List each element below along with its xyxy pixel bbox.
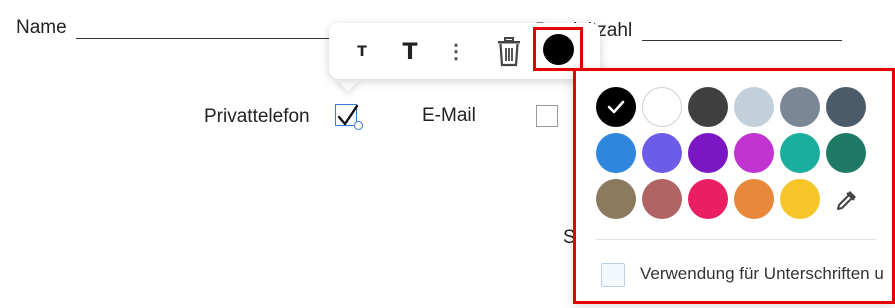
color-swatch[interactable] xyxy=(826,133,866,173)
small-text-button[interactable]: T xyxy=(347,37,377,67)
resize-handle[interactable] xyxy=(354,121,363,130)
eyedropper-icon xyxy=(837,191,856,210)
color-picker-popup: Verwendung für Unterschriften u xyxy=(573,68,895,304)
more-options-button[interactable]: ⋮ xyxy=(443,37,469,67)
color-picker-button[interactable] xyxy=(533,27,583,71)
email-label: E-Mail xyxy=(422,105,476,126)
delete-button[interactable] xyxy=(492,35,526,69)
name-label: Name xyxy=(16,17,67,38)
current-color-indicator xyxy=(542,33,574,65)
color-swatch[interactable] xyxy=(596,179,636,219)
signature-use-label: Verwendung für Unterschriften u xyxy=(640,264,884,283)
color-swatch[interactable] xyxy=(826,87,866,127)
color-swatch[interactable] xyxy=(642,179,682,219)
color-swatch[interactable] xyxy=(688,133,728,173)
color-swatch[interactable] xyxy=(688,87,728,127)
color-swatch[interactable] xyxy=(780,133,820,173)
color-swatch[interactable] xyxy=(780,87,820,127)
color-swatch[interactable] xyxy=(642,87,682,127)
privatetelefon-label: Privattelefon xyxy=(204,106,310,127)
popup-divider xyxy=(596,239,876,240)
email-checkbox[interactable] xyxy=(536,105,558,127)
color-swatch[interactable] xyxy=(734,87,774,127)
trash-icon xyxy=(498,37,520,67)
color-swatch[interactable] xyxy=(642,133,682,173)
color-swatch[interactable] xyxy=(734,179,774,219)
signature-use-checkbox[interactable] xyxy=(601,263,625,287)
color-swatch[interactable] xyxy=(780,179,820,219)
postcode-field-line[interactable] xyxy=(642,40,842,41)
color-swatch[interactable] xyxy=(734,133,774,173)
color-swatch[interactable] xyxy=(688,179,728,219)
selected-check-icon xyxy=(607,100,625,114)
color-swatch[interactable] xyxy=(596,133,636,173)
eyedropper-button[interactable] xyxy=(829,182,865,218)
name-field-line[interactable] xyxy=(76,38,334,39)
color-swatch[interactable] xyxy=(596,87,636,127)
large-text-button[interactable]: T xyxy=(393,35,427,69)
